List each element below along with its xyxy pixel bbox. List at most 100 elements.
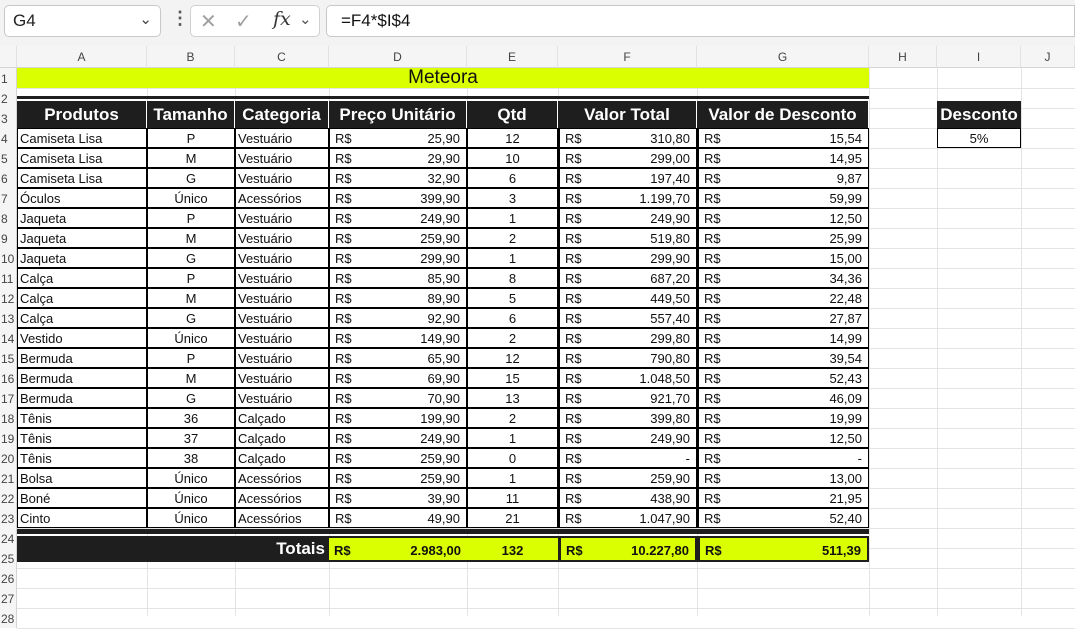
cell-categoria[interactable]: Vestuário (235, 148, 329, 168)
cell-tamanho[interactable]: P (147, 268, 235, 288)
cell-valor-total[interactable]: R$ 687,20 (558, 268, 697, 288)
cell-categoria[interactable]: Acessórios (235, 508, 329, 528)
cell-produto[interactable]: Jaqueta (17, 208, 147, 228)
row-header-24[interactable]: 24 (0, 528, 17, 548)
row-header-2[interactable]: 2 (0, 88, 17, 108)
cell-valor-desconto[interactable]: R$ 12,50 (697, 428, 869, 448)
discount-rate-cell[interactable]: 5% (937, 128, 1021, 148)
totals-valor-total[interactable]: R$ 10.227,80 (558, 536, 697, 562)
cell-valor-desconto[interactable]: R$ 27,87 (697, 308, 869, 328)
column-header-a[interactable]: A (17, 46, 147, 68)
row-header-21[interactable]: 21 (0, 468, 17, 488)
cell-categoria[interactable]: Vestuário (235, 308, 329, 328)
cell-qtd[interactable]: 2 (467, 228, 558, 248)
column-header-f[interactable]: F (558, 46, 697, 68)
cell-preco[interactable]: R$ 259,90 (329, 468, 467, 488)
function-icon[interactable]: fx (273, 8, 291, 30)
cell-tamanho[interactable]: Único (147, 328, 235, 348)
column-header-c[interactable]: C (235, 46, 329, 68)
cell-preco[interactable]: R$ 65,90 (329, 348, 467, 368)
cell-produto[interactable]: Calça (17, 308, 147, 328)
column-header-j[interactable]: J (1021, 46, 1075, 68)
cell-preco[interactable]: R$ 149,90 (329, 328, 467, 348)
cell-categoria[interactable]: Vestuário (235, 368, 329, 388)
cell-qtd[interactable]: 6 (467, 168, 558, 188)
cancel-icon[interactable]: ✕ (200, 9, 217, 34)
cell-produto[interactable]: Vestido (17, 328, 147, 348)
cell-tamanho[interactable]: G (147, 248, 235, 268)
cell-tamanho[interactable]: M (147, 288, 235, 308)
cell-categoria[interactable]: Calçado (235, 428, 329, 448)
cell-categoria[interactable]: Vestuário (235, 228, 329, 248)
header-categoria[interactable]: Categoria (235, 101, 329, 129)
column-header-b[interactable]: B (147, 46, 235, 68)
cell-qtd[interactable]: 3 (467, 188, 558, 208)
cell-qtd[interactable]: 21 (467, 508, 558, 528)
header-tamanho[interactable]: Tamanho (147, 101, 235, 129)
name-box[interactable]: G4 ⌄ (4, 5, 161, 37)
more-options-icon[interactable]: ⋮ (171, 8, 189, 29)
cell-tamanho[interactable]: M (147, 148, 235, 168)
cell-produto[interactable]: Bermuda (17, 368, 147, 388)
cell-categoria[interactable]: Vestuário (235, 348, 329, 368)
cell-valor-desconto[interactable]: R$ 52,40 (697, 508, 869, 528)
row-header-17[interactable]: 17 (0, 388, 17, 408)
check-icon[interactable]: ✓ (235, 9, 252, 34)
cell-categoria[interactable]: Acessórios (235, 488, 329, 508)
cell-valor-total[interactable]: R$ 449,50 (558, 288, 697, 308)
cell-preco[interactable]: R$ 85,90 (329, 268, 467, 288)
cell-valor-desconto[interactable]: R$ 12,50 (697, 208, 869, 228)
cell-valor-desconto[interactable]: R$ 9,87 (697, 168, 869, 188)
cell-qtd[interactable]: 2 (467, 328, 558, 348)
cell-valor-desconto[interactable]: R$ 39,54 (697, 348, 869, 368)
cell-valor-desconto[interactable]: R$ 52,43 (697, 368, 869, 388)
row-header-6[interactable]: 6 (0, 168, 17, 188)
cell-preco[interactable]: R$ 39,90 (329, 488, 467, 508)
row-header-8[interactable]: 8 (0, 208, 17, 228)
header-desconto[interactable]: Desconto (937, 101, 1021, 129)
cell-qtd[interactable]: 11 (467, 488, 558, 508)
cell-valor-total[interactable]: R$ 299,00 (558, 148, 697, 168)
cell-produto[interactable]: Tênis (17, 428, 147, 448)
row-header-23[interactable]: 23 (0, 508, 17, 528)
cell-categoria[interactable]: Calçado (235, 448, 329, 468)
cell-categoria[interactable]: Vestuário (235, 128, 329, 148)
spreadsheet[interactable]: ABCDEFGHIJ 1 2 3 4 5 6 7 8 9 10 11 12 13 14 15 16 17 18 19… (0, 46, 1075, 629)
cell-valor-desconto[interactable]: R$ 14,99 (697, 328, 869, 348)
cell-valor-total[interactable]: R$ 1.199,70 (558, 188, 697, 208)
cell-preco[interactable]: R$ 249,90 (329, 428, 467, 448)
cell-tamanho[interactable]: G (147, 388, 235, 408)
row-header-18[interactable]: 18 (0, 408, 17, 428)
cell-produto[interactable]: Calça (17, 288, 147, 308)
cell-valor-total[interactable]: R$ 299,80 (558, 328, 697, 348)
cell-produto[interactable]: Calça (17, 268, 147, 288)
row-header-13[interactable]: 13 (0, 308, 17, 328)
row-header-15[interactable]: 15 (0, 348, 17, 368)
row-header-3[interactable]: 3 (0, 108, 17, 128)
row-header-10[interactable]: 10 (0, 248, 17, 268)
cell-categoria[interactable]: Acessórios (235, 188, 329, 208)
cell-valor-total[interactable]: R$ 299,90 (558, 248, 697, 268)
cell-valor-total[interactable]: R$ 790,80 (558, 348, 697, 368)
cell-preco[interactable]: R$ 249,90 (329, 208, 467, 228)
cell-valor-desconto[interactable]: R$ 15,00 (697, 248, 869, 268)
cell-tamanho[interactable]: 37 (147, 428, 235, 448)
cell-valor-desconto[interactable]: R$ 14,95 (697, 148, 869, 168)
cell-preco[interactable]: R$ 70,90 (329, 388, 467, 408)
column-header-h[interactable]: H (869, 46, 937, 68)
cell-tamanho[interactable]: P (147, 208, 235, 228)
cell-valor-desconto[interactable]: R$ 21,95 (697, 488, 869, 508)
cell-categoria[interactable]: Vestuário (235, 288, 329, 308)
header-valor-desconto[interactable]: Valor de Desconto (697, 101, 869, 129)
cell-valor-total[interactable]: R$ 310,80 (558, 128, 697, 148)
cell-valor-desconto[interactable]: R$ 19,99 (697, 408, 869, 428)
cell-tamanho[interactable]: M (147, 228, 235, 248)
cell-tamanho[interactable]: Único (147, 188, 235, 208)
cell-produto[interactable]: Jaqueta (17, 228, 147, 248)
header-valor-total[interactable]: Valor Total (558, 101, 697, 129)
totals-label[interactable]: Totais (17, 536, 329, 562)
cell-qtd[interactable]: 8 (467, 268, 558, 288)
cell-valor-total[interactable]: R$ 259,90 (558, 468, 697, 488)
select-all-corner[interactable] (0, 46, 17, 68)
cell-valor-total[interactable]: R$ 249,90 (558, 428, 697, 448)
